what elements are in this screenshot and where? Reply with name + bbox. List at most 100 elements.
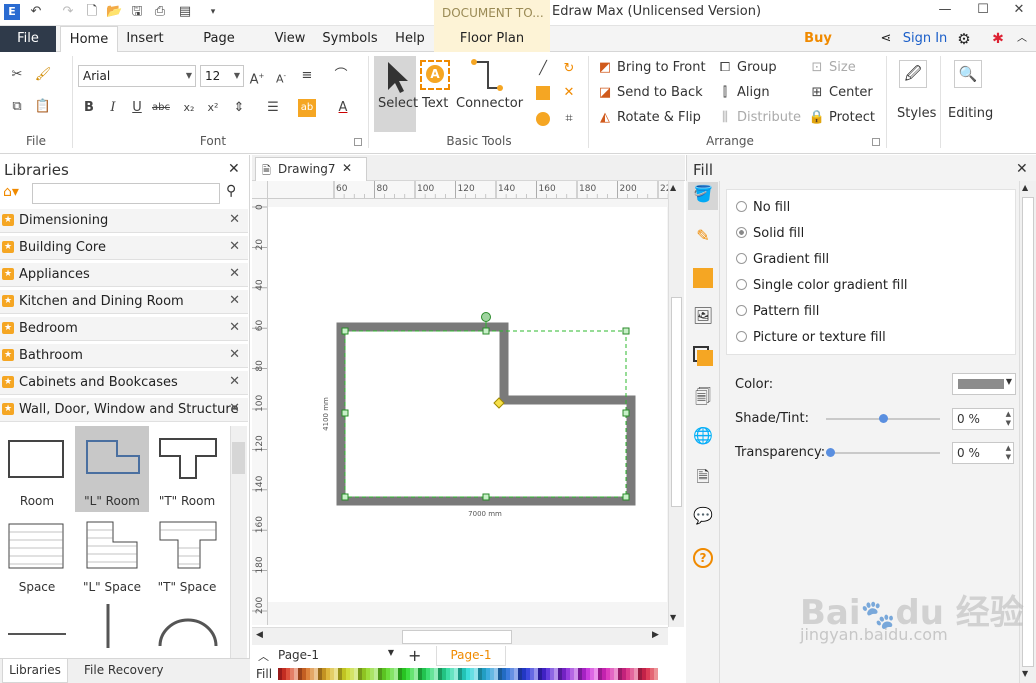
resize-handle[interactable] [341,409,349,417]
palette-swatch[interactable] [430,668,434,680]
palette-swatch[interactable] [382,668,386,680]
text-direction-icon[interactable]: ⌒ [332,67,350,85]
library-item[interactable]: ★ Bedroom ✕ [0,317,248,341]
close-document-icon[interactable]: ✕ [342,161,352,175]
connector-tool-label[interactable]: Connector [456,96,523,111]
highlight-color-icon[interactable]: ab [298,99,316,117]
cross-tool-icon[interactable]: ✕ [560,84,578,102]
palette-swatch[interactable] [482,668,486,680]
undo-icon[interactable]: ↶ [28,4,44,20]
crop-tool-icon[interactable]: ⌗ [560,110,578,128]
page-bar-collapse-icon[interactable]: ︿ [258,648,269,664]
italic-icon[interactable]: I [104,99,122,117]
radio-picture-fill[interactable] [736,331,747,342]
palette-swatch[interactable] [398,668,402,680]
fill-bucket-icon[interactable]: 🪣 [691,184,715,208]
palette-swatch[interactable] [538,668,542,680]
theme-icon[interactable]: ✱ [988,26,1008,52]
palette-swatch[interactable] [350,668,354,680]
tab-page-layout[interactable]: Page Layout [180,26,258,72]
styles-button[interactable]: Styles [897,106,936,121]
font-size-select[interactable]: 12 ▼ [200,65,244,87]
new-icon[interactable]: 🗋 [84,4,100,20]
close-fill-panel-icon[interactable]: ✕ [1016,161,1028,177]
palette-swatch[interactable] [586,668,590,680]
shape-arc-wall[interactable] [150,598,224,648]
tab-page-1[interactable]: Page-1 [436,646,506,666]
palette-swatch[interactable] [330,668,334,680]
resize-handle[interactable] [622,409,630,417]
palette-swatch[interactable] [378,668,382,680]
send-to-back-button[interactable]: Send to Back [617,85,703,100]
fill-option-single-color-gradient[interactable]: Single color gradient fill [736,278,908,298]
scroll-left-icon[interactable]: ◀ [256,630,263,640]
shade-tint-slider-knob[interactable] [879,414,888,423]
strikethrough-icon[interactable]: abc [152,99,170,117]
canvas-vscroll-thumb[interactable] [671,297,682,507]
collapse-ribbon-icon[interactable]: ︿ [1012,26,1032,52]
print-icon[interactable]: ⎙ [152,4,168,20]
resize-handle[interactable] [341,327,349,335]
canvas-vertical-scrollbar[interactable]: ▲ ▼ [668,181,684,627]
paste-icon[interactable]: 📋 [34,98,52,116]
fill-option-picture-fill[interactable]: Picture or texture fill [736,330,886,350]
radio-gradient-fill[interactable] [736,253,747,264]
fill-option-gradient-fill[interactable]: Gradient fill [736,252,829,272]
export-icon[interactable]: ▤ [177,4,193,20]
text-tool-icon[interactable]: A [420,60,450,90]
fill-scroll-thumb[interactable] [1022,197,1034,667]
palette-swatch[interactable] [402,668,406,680]
library-item[interactable]: ★ Wall, Door, Window and Structure ✕ [0,398,248,422]
palette-swatch[interactable] [434,668,438,680]
library-item[interactable]: ★ Dimensioning ✕ [0,209,248,233]
palette-swatch[interactable] [530,668,534,680]
palette-swatch[interactable] [610,668,614,680]
font-name-select[interactable]: Arial ▼ [78,65,196,87]
arc-tool-icon[interactable]: ↻ [560,60,578,78]
tab-home[interactable]: Home [60,26,118,53]
color-picker[interactable]: ▼ [952,373,1016,395]
palette-swatch[interactable] [542,668,546,680]
shape-l-space[interactable]: "L" Space [75,512,149,598]
copy-icon[interactable]: ⧉ [8,98,26,116]
palette-swatch[interactable] [598,668,602,680]
tab-symbols[interactable]: Symbols [320,26,380,52]
transparency-slider-knob[interactable] [826,448,835,457]
palette-swatch[interactable] [510,668,514,680]
tab-view[interactable]: View [272,26,308,52]
palette-swatch[interactable] [410,668,414,680]
canvas-hscroll-thumb[interactable] [402,630,512,644]
palette-swatch[interactable] [554,668,558,680]
comment-icon[interactable]: 💬 [691,506,715,530]
subscript-icon[interactable]: x₂ [180,99,198,117]
resize-handle[interactable] [622,493,630,501]
palette-swatch[interactable] [558,668,562,680]
radio-solid-fill[interactable] [736,227,747,238]
palette-swatch[interactable] [414,668,418,680]
align-button[interactable]: Align [737,85,770,100]
palette-swatch[interactable] [502,668,506,680]
palette-swatch[interactable] [366,668,370,680]
palette-swatch[interactable] [406,668,410,680]
library-item[interactable]: ★ Appliances ✕ [0,263,248,287]
close-library-icon[interactable]: ✕ [229,293,240,308]
radio-single-color-gradient-fill[interactable] [736,279,747,290]
palette-swatch[interactable] [306,668,310,680]
l-room-walls[interactable] [336,322,636,506]
palette-swatch[interactable] [574,668,578,680]
layers-icon[interactable] [691,344,715,368]
protect-button[interactable]: Protect [829,110,875,125]
superscript-icon[interactable]: x² [204,99,222,117]
tab-file-recovery[interactable]: File Recovery [84,663,164,677]
fill-option-solid-fill[interactable]: Solid fill [736,226,804,246]
sign-in-link[interactable]: Sign In [902,26,948,52]
palette-swatch[interactable] [594,668,598,680]
shape-t-space[interactable]: "T" Space [150,512,224,598]
close-library-icon[interactable]: ✕ [229,266,240,281]
save-icon[interactable]: 🖫 [129,4,145,20]
palette-swatch[interactable] [438,668,442,680]
close-library-icon[interactable]: ✕ [229,239,240,254]
cut-icon[interactable]: ✂ [8,66,26,84]
palette-swatch[interactable] [458,668,462,680]
palette-swatch[interactable] [506,668,510,680]
